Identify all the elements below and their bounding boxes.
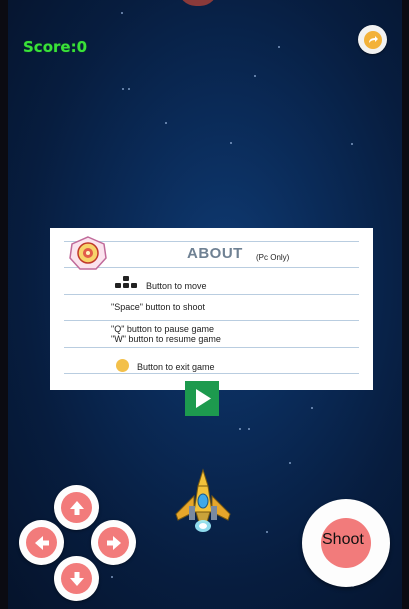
exit-icon (363, 30, 382, 49)
move-right-button[interactable] (91, 520, 136, 565)
star (266, 531, 268, 533)
divider (64, 267, 359, 268)
star (111, 576, 113, 578)
move-up-button[interactable] (54, 485, 99, 530)
arrow-right-icon (106, 535, 121, 550)
emblem-logo (69, 236, 107, 270)
star (289, 462, 291, 464)
arrow-down-icon (69, 571, 84, 586)
exit-button[interactable] (358, 25, 387, 54)
move-instruction: Button to move (146, 281, 207, 291)
left-border (0, 0, 8, 609)
right-border (402, 0, 409, 609)
play-button[interactable] (185, 381, 219, 416)
arrow-left-icon (34, 535, 49, 550)
player-spaceship[interactable] (172, 468, 234, 538)
star (122, 88, 124, 90)
star (128, 88, 130, 90)
pc-only-note: (Pc Only) (256, 253, 290, 262)
star (254, 75, 256, 77)
shoot-label: Shoot (322, 531, 364, 548)
resume-instruction: "W" button to resume game (111, 334, 221, 344)
arrow-up-icon (69, 500, 84, 515)
pause-instruction: "Q" button to pause game (111, 324, 214, 334)
about-title: ABOUT (187, 245, 243, 262)
star (230, 142, 232, 144)
star (248, 428, 250, 430)
divider (64, 347, 359, 348)
divider (64, 294, 359, 295)
divider (64, 241, 359, 242)
star (311, 407, 313, 409)
star (165, 122, 167, 124)
star (351, 143, 353, 145)
exit-instruction: Button to exit game (137, 362, 215, 372)
star (239, 428, 241, 430)
divider (64, 373, 359, 374)
star (121, 12, 123, 14)
move-down-button[interactable] (54, 556, 99, 601)
divider (64, 320, 359, 321)
move-left-button[interactable] (19, 520, 64, 565)
shoot-instruction: "Space" button to shoot (111, 302, 205, 312)
star (278, 46, 280, 48)
score-display: Score:0 (23, 38, 88, 56)
play-icon (196, 389, 211, 408)
asteroid (178, 0, 218, 6)
arrow-keys-icon (114, 276, 138, 290)
exit-icon (116, 359, 129, 372)
